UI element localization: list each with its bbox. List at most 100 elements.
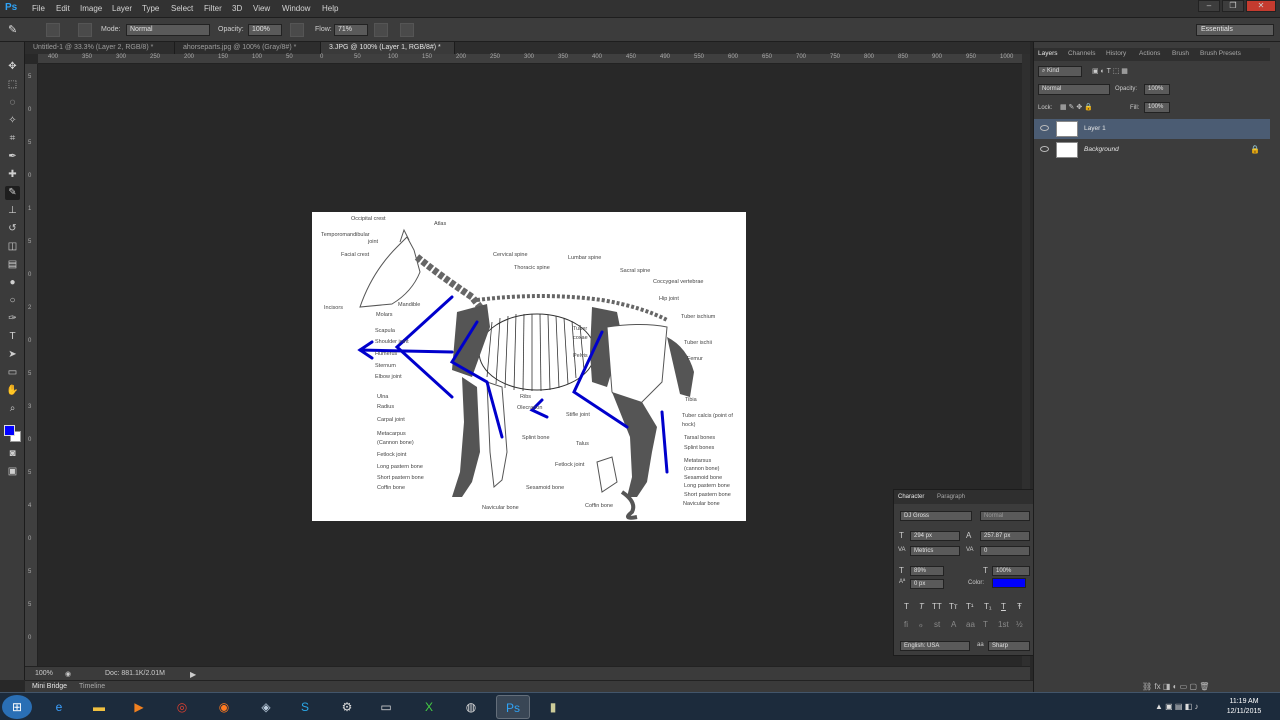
- brush-tool-icon[interactable]: ✎: [5, 186, 20, 200]
- healing-tool-icon[interactable]: ✚: [5, 168, 20, 182]
- tab-ahorseparts[interactable]: ahorseparts.jpg @ 100% (Gray/8#) *: [175, 42, 321, 54]
- pressure-opacity-icon[interactable]: [290, 23, 304, 37]
- window-app-icon[interactable]: ▭: [369, 695, 403, 719]
- faux-italic-button[interactable]: T: [919, 602, 924, 611]
- tab-channels[interactable]: Channels: [1068, 50, 1095, 57]
- layer-row-layer-1[interactable]: Layer 1: [1034, 119, 1270, 139]
- clock[interactable]: 11:19 AM 12/11/2015: [1222, 697, 1266, 717]
- status-menu-arrow-icon[interactable]: ▶: [190, 670, 196, 679]
- start-button-icon[interactable]: ⊞: [2, 695, 32, 719]
- superscript-button[interactable]: T¹: [966, 602, 974, 611]
- menu-edit[interactable]: Edit: [56, 4, 70, 13]
- menu-view[interactable]: View: [253, 4, 270, 13]
- menu-layer[interactable]: Layer: [112, 4, 132, 13]
- obs-icon[interactable]: ◍: [454, 695, 488, 719]
- photoshop-taskbar-icon[interactable]: Ps: [496, 695, 530, 719]
- crop-tool-icon[interactable]: ⌗: [5, 132, 20, 146]
- font-family-select[interactable]: DJ Gross: [900, 511, 972, 521]
- stamp-tool-icon[interactable]: ⊥: [5, 204, 20, 218]
- menu-filter[interactable]: Filter: [204, 4, 222, 13]
- brush-tool-icon[interactable]: ✎: [8, 23, 17, 36]
- dodge-tool-icon[interactable]: ○: [5, 294, 20, 308]
- restore-button[interactable]: ❐: [1222, 0, 1244, 12]
- visibility-eye-icon[interactable]: [1040, 125, 1049, 131]
- menu-window[interactable]: Window: [282, 4, 310, 13]
- vertical-scale-field[interactable]: 89%: [910, 566, 944, 576]
- filter-kind-select[interactable]: ⌕ Kind: [1038, 66, 1082, 77]
- filter-icons[interactable]: ▣ ◐ T ⬚ ▦: [1092, 67, 1128, 75]
- tracking-select[interactable]: 0: [980, 546, 1030, 556]
- tab-actions[interactable]: Actions: [1139, 50, 1160, 57]
- ligatures-button[interactable]: fi: [904, 620, 908, 629]
- baseline-shift-field[interactable]: 0 px: [910, 579, 944, 589]
- stylistic-alt-button[interactable]: aa: [966, 620, 975, 629]
- visibility-eye-icon[interactable]: [1040, 146, 1049, 152]
- mode-select[interactable]: Normal: [126, 24, 210, 36]
- gradient-tool-icon[interactable]: ▤: [5, 258, 20, 272]
- skype-icon[interactable]: S: [288, 695, 322, 719]
- menu-image[interactable]: Image: [80, 4, 102, 13]
- media-player-icon[interactable]: ▶: [122, 695, 156, 719]
- subscript-button[interactable]: T₁: [984, 602, 992, 611]
- tab-history[interactable]: History: [1106, 50, 1126, 57]
- fill-field[interactable]: 100%: [1144, 102, 1170, 113]
- layer-footer-icons[interactable]: ⛓ fx ◨ ◐ ▭ ▢ 🗑: [1142, 682, 1209, 691]
- document-image[interactable]: Occipital crest Atlas Temporomandibular joi…: [312, 212, 746, 521]
- blur-tool-icon[interactable]: ●: [5, 276, 20, 290]
- tab-timeline[interactable]: Timeline: [79, 683, 105, 690]
- tab-character[interactable]: Character: [898, 494, 924, 500]
- tab-brush[interactable]: Brush: [1172, 50, 1189, 57]
- move-tool-icon[interactable]: ✥: [5, 60, 20, 74]
- internet-explorer-icon[interactable]: e: [42, 695, 76, 719]
- brush-preset-picker[interactable]: [46, 23, 60, 37]
- settings-gear-icon[interactable]: ⚙: [330, 695, 364, 719]
- lock-icons[interactable]: ▦ ✎ ✥ 🔒: [1060, 103, 1093, 111]
- font-size-field[interactable]: 294 px: [910, 531, 960, 541]
- file-explorer-icon[interactable]: ▬: [82, 695, 116, 719]
- swash-button[interactable]: A: [951, 620, 956, 629]
- tab-brush-presets[interactable]: Brush Presets: [1200, 50, 1241, 57]
- screen-mode-icon[interactable]: ▣: [5, 465, 20, 479]
- all-caps-button[interactable]: TT: [932, 602, 942, 611]
- strikethrough-button[interactable]: Ŧ: [1017, 602, 1022, 611]
- brush-panel-toggle-icon[interactable]: [78, 23, 92, 37]
- layer-opacity-field[interactable]: 100%: [1144, 84, 1170, 95]
- workspace-switcher[interactable]: Essentials: [1196, 24, 1274, 36]
- foreground-color-swatch[interactable]: [4, 425, 15, 436]
- faux-bold-button[interactable]: T: [904, 602, 909, 611]
- horizontal-scale-field[interactable]: 100%: [992, 566, 1030, 576]
- blend-mode-select[interactable]: Normal: [1038, 84, 1110, 95]
- pen-tool-icon[interactable]: ✑: [5, 312, 20, 326]
- tab-layers[interactable]: Layers: [1038, 50, 1058, 57]
- minimize-button[interactable]: –: [1198, 0, 1220, 12]
- menu-select[interactable]: Select: [171, 4, 193, 13]
- menu-help[interactable]: Help: [322, 4, 338, 13]
- menu-type[interactable]: Type: [142, 4, 159, 13]
- zoom-level[interactable]: 100%: [35, 670, 53, 677]
- menu-3d[interactable]: 3D: [232, 4, 242, 13]
- close-button[interactable]: ✕: [1246, 0, 1276, 12]
- airbrush-icon[interactable]: [374, 23, 388, 37]
- text-color-swatch[interactable]: [992, 578, 1026, 588]
- shape-tool-icon[interactable]: ▭: [5, 366, 20, 380]
- font-style-select[interactable]: Normal: [980, 511, 1030, 521]
- eraser-tool-icon[interactable]: ◫: [5, 240, 20, 254]
- path-select-tool-icon[interactable]: ➤: [5, 348, 20, 362]
- leading-field[interactable]: 257.87 px: [980, 531, 1030, 541]
- tab-untitled-1[interactable]: Untitled-1 @ 33.3% (Layer 2, RGB/8) *: [25, 42, 175, 54]
- zoom-tool-icon[interactable]: ⌕: [5, 402, 20, 416]
- history-brush-icon[interactable]: ↺: [5, 222, 20, 236]
- pressure-size-icon[interactable]: [400, 23, 414, 37]
- quick-mask-icon[interactable]: ◙: [5, 447, 20, 461]
- chrome-icon[interactable]: ◎: [165, 695, 199, 719]
- lasso-tool-icon[interactable]: ◌: [5, 96, 20, 110]
- layer-row-background[interactable]: Background 🔒: [1034, 140, 1270, 160]
- type-tool-icon[interactable]: T: [5, 330, 20, 344]
- contextual-alt-button[interactable]: ℴ: [919, 620, 923, 629]
- opacity-field[interactable]: 100%: [248, 24, 282, 36]
- flow-field[interactable]: 71%: [334, 24, 368, 36]
- firefox-icon[interactable]: ◉: [207, 695, 241, 719]
- system-tray-icons[interactable]: ▲ ▣ ▤ ◧ ♪: [1155, 702, 1198, 711]
- tab-mini-bridge[interactable]: Mini Bridge: [32, 683, 67, 690]
- fractions-button[interactable]: ½: [1016, 620, 1023, 629]
